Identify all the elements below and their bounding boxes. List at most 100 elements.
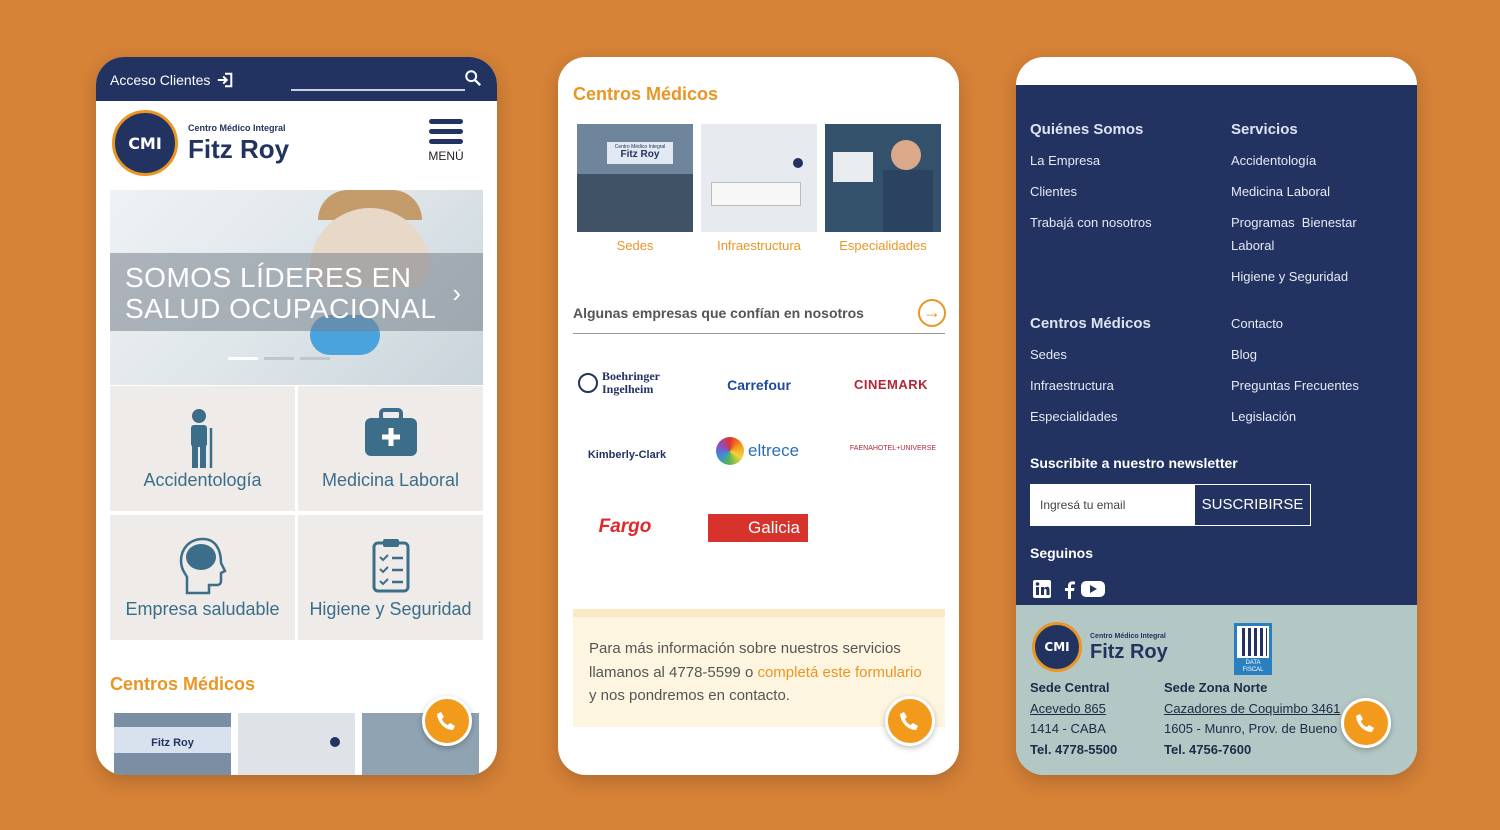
link-sedes[interactable]: Sedes: [1030, 347, 1067, 362]
sede-central-tel[interactable]: Tel. 4778-5500: [1030, 742, 1117, 757]
search-icon[interactable]: [464, 69, 482, 87]
footer-logo[interactable]: CMI Centro Médico Integral Fitz Roy: [1032, 622, 1168, 672]
tile-medicina-laboral[interactable]: Medicina Laboral: [298, 386, 483, 511]
logo-mark: CMI: [1032, 622, 1082, 672]
sede-norte-title: Sede Zona Norte: [1164, 680, 1268, 695]
link-preguntas[interactable]: Preguntas Frecuentes: [1231, 378, 1359, 393]
hero-title-line2: SALUD OCUPACIONAL: [125, 293, 437, 324]
qr-label: DATA FISCAL: [1242, 660, 1264, 673]
phone-icon: [1356, 714, 1374, 732]
chevron-right-icon[interactable]: ›: [452, 278, 461, 309]
phone-icon: [900, 712, 918, 730]
phone-centros-screen: Centros Médicos Centro Médico Integral F…: [558, 57, 959, 775]
acceso-label: Acceso Clientes: [110, 72, 211, 88]
brand-faena: FAENAHOTEL+UNIVERSE: [849, 445, 937, 452]
tile-accidentologia[interactable]: Accidentología: [110, 386, 295, 511]
hamburger-icon: [429, 119, 463, 124]
brand-cinemark: CINEMARK: [853, 377, 929, 392]
whatsapp-button[interactable]: [1341, 698, 1391, 748]
thumb-especialidades[interactable]: [825, 124, 941, 232]
logo-subtitle: Centro Médico Integral: [1090, 632, 1166, 640]
label-infraestructura[interactable]: Infraestructura: [700, 238, 818, 253]
subscribe-button[interactable]: SUSCRIBIRSE: [1194, 484, 1311, 526]
centros-title: Centros Médicos: [573, 84, 719, 104]
brand-eltrece: eltrece: [716, 437, 806, 465]
youtube-icon[interactable]: [1080, 579, 1106, 599]
facebook-icon[interactable]: [1060, 579, 1080, 599]
brand-boehringer: Boehringer Ingelheim: [578, 370, 698, 396]
head-brain-icon: [179, 537, 227, 595]
services-grid: Accidentología Medicina Laboral Empresa …: [110, 386, 483, 640]
login-icon: [218, 72, 233, 88]
data-fiscal-qr[interactable]: DATA FISCAL: [1234, 623, 1272, 675]
whatsapp-button[interactable]: [422, 696, 472, 746]
link-trabaja[interactable]: Trabajá con nosotros: [1030, 215, 1152, 230]
tile-empresa-saludable[interactable]: Empresa saludable: [110, 515, 295, 640]
seguinos-title: Seguinos: [1030, 545, 1094, 561]
newsletter-email-input[interactable]: Ingresá tu email: [1030, 484, 1194, 526]
link-contacto[interactable]: Contacto: [1231, 316, 1283, 331]
link-la-empresa[interactable]: La Empresa: [1030, 153, 1100, 168]
hero-title: SOMOS LÍDERES EN SALUD OCUPACIONAL: [125, 262, 436, 324]
empresas-title: Algunas empresas que confían en nosotros: [573, 305, 864, 321]
menu-button[interactable]: MENÚ: [424, 119, 468, 171]
link-infraestructura[interactable]: Infraestructura: [1030, 378, 1114, 393]
sede-norte-street[interactable]: Cazadores de Coquimbo 3461: [1164, 701, 1340, 716]
link-legislacion[interactable]: Legislación: [1231, 409, 1296, 424]
label-sedes[interactable]: Sedes: [576, 238, 694, 253]
arrow-right-icon[interactable]: →: [918, 299, 946, 327]
sede-norte-city: 1605 - Munro, Prov. de Bueno: [1164, 721, 1338, 736]
divider: [573, 333, 945, 334]
thumb-infraestructura[interactable]: [701, 124, 817, 232]
brand-galicia: Galicia: [708, 514, 808, 542]
logo-title: Fitz Roy: [1090, 640, 1168, 663]
label-especialidades[interactable]: Especialidades: [824, 238, 942, 253]
link-higiene[interactable]: Higiene y Seguridad: [1231, 269, 1348, 284]
link-clientes[interactable]: Clientes: [1030, 184, 1077, 199]
logo-subtitle: Centro Médico Integral: [188, 123, 286, 133]
phone-home-screen: Acceso Clientes CMI Centro Médico Integr…: [96, 57, 497, 775]
medical-kit-icon: [364, 408, 417, 456]
sede-norte-tel[interactable]: Tel. 4756-7600: [1164, 742, 1251, 757]
link-medicina-laboral[interactable]: Medicina Laboral: [1231, 184, 1330, 199]
sede-central-street[interactable]: Acevedo 865: [1030, 701, 1106, 716]
sede-central-city: 1414 - CABA: [1030, 721, 1106, 736]
link-programas[interactable]: Programas Bienestar: [1231, 215, 1357, 230]
thumb-sedes[interactable]: Centro Médico Integral Fitz Roy: [577, 124, 693, 232]
phone-icon: [437, 712, 455, 730]
acceso-clientes-link[interactable]: Acceso Clientes: [110, 71, 234, 89]
hero-slider[interactable]: SOMOS LÍDERES EN SALUD OCUPACIONAL ›: [110, 190, 483, 385]
clipboard-checklist-icon: [372, 539, 409, 593]
site-logo[interactable]: CMI Centro Médico Integral Fitz Roy: [112, 110, 289, 176]
top-bar: Acceso Clientes: [96, 57, 497, 101]
centros-title: Centros Médicos: [110, 674, 256, 694]
tile-higiene-seguridad[interactable]: Higiene y Seguridad: [298, 515, 483, 640]
thumb-sign: Fitz Roy: [114, 727, 231, 753]
tile-label: Empresa saludable: [125, 599, 280, 619]
servicios-title: Servicios: [1231, 121, 1298, 138]
sede-sign: Centro Médico Integral Fitz Roy: [607, 142, 673, 164]
thumb-sedes[interactable]: Fitz Roy: [114, 713, 231, 775]
form-link[interactable]: completá este formulario: [757, 664, 921, 681]
slider-dots[interactable]: [228, 357, 330, 360]
tile-label: Accidentología: [143, 470, 262, 490]
search-input[interactable]: [291, 89, 465, 91]
footer-nav: Quiénes Somos La Empresa Clientes Trabaj…: [1016, 85, 1417, 605]
link-programas-cont[interactable]: Laboral: [1231, 238, 1274, 253]
phone-footer-screen: Quiénes Somos La Empresa Clientes Trabaj…: [1016, 57, 1417, 775]
quienes-title: Quiénes Somos: [1030, 121, 1144, 138]
brand-kimberly-clark: Kimberly-Clark: [587, 449, 667, 461]
logo-mark: CMI: [112, 110, 178, 176]
link-accidentologia[interactable]: Accidentología: [1231, 153, 1316, 168]
thumb-infraestructura[interactable]: [238, 713, 355, 775]
whatsapp-button[interactable]: [885, 696, 935, 746]
hero-title-line1: SOMOS LÍDERES EN: [125, 262, 412, 293]
sede-central-title: Sede Central: [1030, 680, 1110, 695]
centros-title: Centros Médicos: [1030, 315, 1151, 332]
sede-norte: Sede Zona Norte Cazadores de Coquimbo 34…: [1164, 678, 1349, 760]
tile-label: Medicina Laboral: [321, 470, 460, 490]
link-blog[interactable]: Blog: [1231, 347, 1257, 362]
newsletter-title: Suscribite a nuestro newsletter: [1030, 455, 1238, 471]
linkedin-icon[interactable]: [1032, 579, 1052, 599]
link-especialidades[interactable]: Especialidades: [1030, 409, 1117, 424]
